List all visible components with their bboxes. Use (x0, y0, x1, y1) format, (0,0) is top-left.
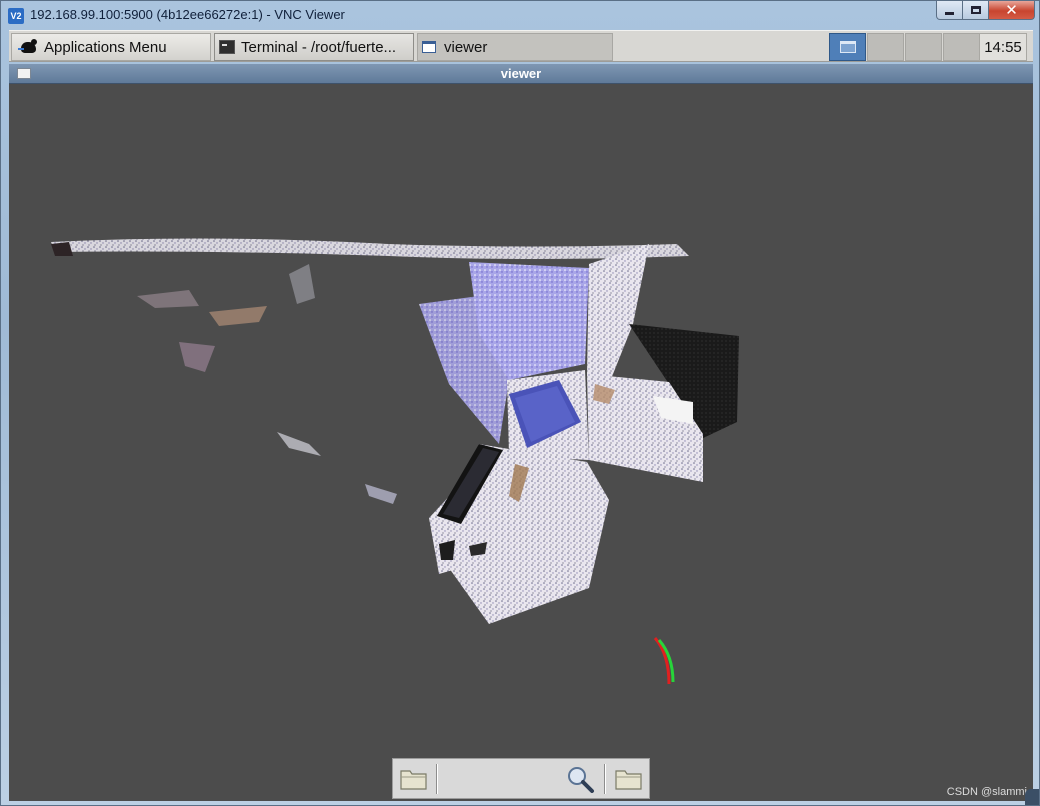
close-icon: ✕ (1005, 1, 1018, 19)
workspace-3[interactable] (905, 33, 942, 61)
point-cloud-wall-strip (51, 238, 689, 259)
maximize-icon (970, 6, 981, 14)
terminal-icon (219, 40, 235, 54)
folder-icon (615, 770, 642, 790)
taskbar-item-label: Terminal - /root/fuerte... (241, 38, 397, 56)
workspace-4[interactable] (943, 33, 980, 61)
minimize-icon (945, 11, 954, 15)
point-cloud-canvas[interactable] (9, 84, 1033, 801)
zoom-button[interactable] (563, 762, 599, 796)
window-controls: ✕ (936, 1, 1035, 21)
open-folder-icon (400, 770, 427, 790)
watermark: CSDN @slammi (946, 786, 1027, 798)
window-thumbnail-icon (839, 41, 856, 53)
workspace-2[interactable] (867, 33, 904, 61)
camera-trajectory (653, 637, 675, 685)
viewer-titlebar[interactable]: viewer (9, 64, 1033, 84)
viewer-title: viewer (500, 66, 542, 81)
open-folder-button[interactable] (396, 762, 432, 796)
viewer-toolbar (392, 758, 650, 799)
applications-menu-button[interactable]: Applications Menu (11, 33, 211, 61)
point-cloud-room (419, 244, 739, 624)
taskbar-item-label: viewer (444, 38, 488, 56)
close-button[interactable]: ✕ (989, 1, 1035, 20)
applications-menu-label: Applications Menu (44, 38, 167, 56)
point-cloud-fragments (137, 264, 397, 504)
taskbar-item-terminal[interactable]: Terminal - /root/fuerte... (214, 33, 414, 61)
window-icon (422, 41, 436, 53)
vnc-icon: V2 (8, 8, 24, 24)
xfce-panel: Applications Menu Terminal - /root/fuert… (9, 30, 1033, 62)
zoom-icon (568, 767, 594, 793)
taskbar-item-viewer[interactable]: viewer (417, 33, 613, 61)
avatar (1025, 789, 1039, 805)
xfce-mouse-icon (18, 38, 40, 56)
clock[interactable]: 14:55 (979, 33, 1027, 61)
window-title: 192.168.99.100:5900 (4b12ee66272e:1) - V… (30, 7, 345, 22)
minimize-button[interactable] (936, 1, 963, 20)
window-titlebar[interactable]: V2 192.168.99.100:5900 (4b12ee66272e:1) … (1, 1, 1040, 29)
folder-button[interactable] (611, 762, 647, 796)
maximize-button[interactable] (963, 1, 989, 20)
vnc-window: V2 192.168.99.100:5900 (4b12ee66272e:1) … (0, 0, 1040, 806)
workspace-1[interactable] (829, 33, 866, 61)
point-cloud-render (51, 238, 739, 685)
workspace-switcher (829, 33, 981, 61)
